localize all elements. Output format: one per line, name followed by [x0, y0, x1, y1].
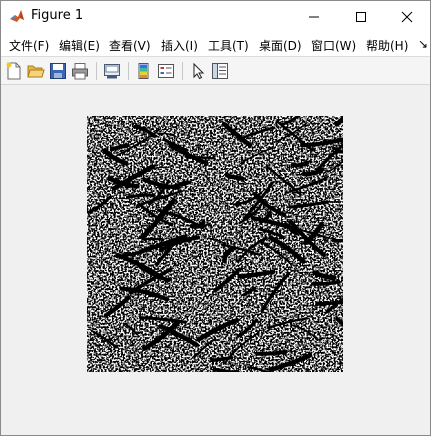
texture-streak [185, 156, 216, 160]
colorbar-icon[interactable] [135, 62, 153, 80]
menu-window[interactable]: 窗口(W) [311, 37, 356, 54]
menu-file[interactable]: 文件(F) [9, 37, 49, 54]
menu-view[interactable]: 查看(V) [109, 37, 151, 54]
minimize-button[interactable] [291, 1, 337, 32]
save-icon[interactable] [49, 62, 67, 80]
menu-bar: 文件(F) 编辑(E) 查看(V) 插入(I) 工具(T) 桌面(D) 窗口(W… [1, 32, 430, 57]
legend-icon[interactable] [157, 62, 175, 80]
menu-help[interactable]: 帮助(H) [366, 37, 408, 54]
menu-insert[interactable]: 插入(I) [161, 37, 198, 54]
close-icon [401, 11, 413, 22]
edit-plot-arrow-icon[interactable] [189, 62, 207, 80]
toolbar-separator [96, 62, 97, 80]
menu-desktop[interactable]: 桌面(D) [259, 37, 302, 54]
maximize-button[interactable] [338, 1, 384, 32]
texture-image-svg [87, 116, 343, 372]
figure-canvas[interactable] [1, 85, 430, 435]
toolbar-separator [182, 62, 183, 80]
minimize-icon [309, 16, 319, 17]
texture-streak [256, 349, 288, 356]
matlab-logo-icon [9, 8, 25, 24]
menu-tools[interactable]: 工具(T) [208, 37, 249, 54]
title-bar: Figure 1 [1, 1, 430, 32]
window-title: Figure 1 [31, 8, 84, 23]
print-icon[interactable] [71, 62, 89, 80]
link-plot-icon[interactable] [103, 62, 121, 80]
open-file-icon[interactable] [27, 62, 45, 80]
close-button[interactable] [384, 1, 430, 32]
toolbar [1, 57, 430, 85]
property-inspector-icon[interactable] [211, 62, 229, 80]
toolbar-separator [128, 62, 129, 80]
figure-window: Figure 1 文件(F) 编辑(E) 查看(V) 插入(I) 工具(T) 桌… [0, 0, 431, 436]
menu-overflow-icon[interactable]: ↘ [418, 37, 428, 51]
new-figure-icon[interactable] [5, 62, 23, 80]
maximize-icon [356, 11, 366, 22]
texture-streak [141, 237, 165, 241]
embossed-texture-image [87, 116, 343, 372]
menu-edit[interactable]: 编辑(E) [59, 37, 100, 54]
